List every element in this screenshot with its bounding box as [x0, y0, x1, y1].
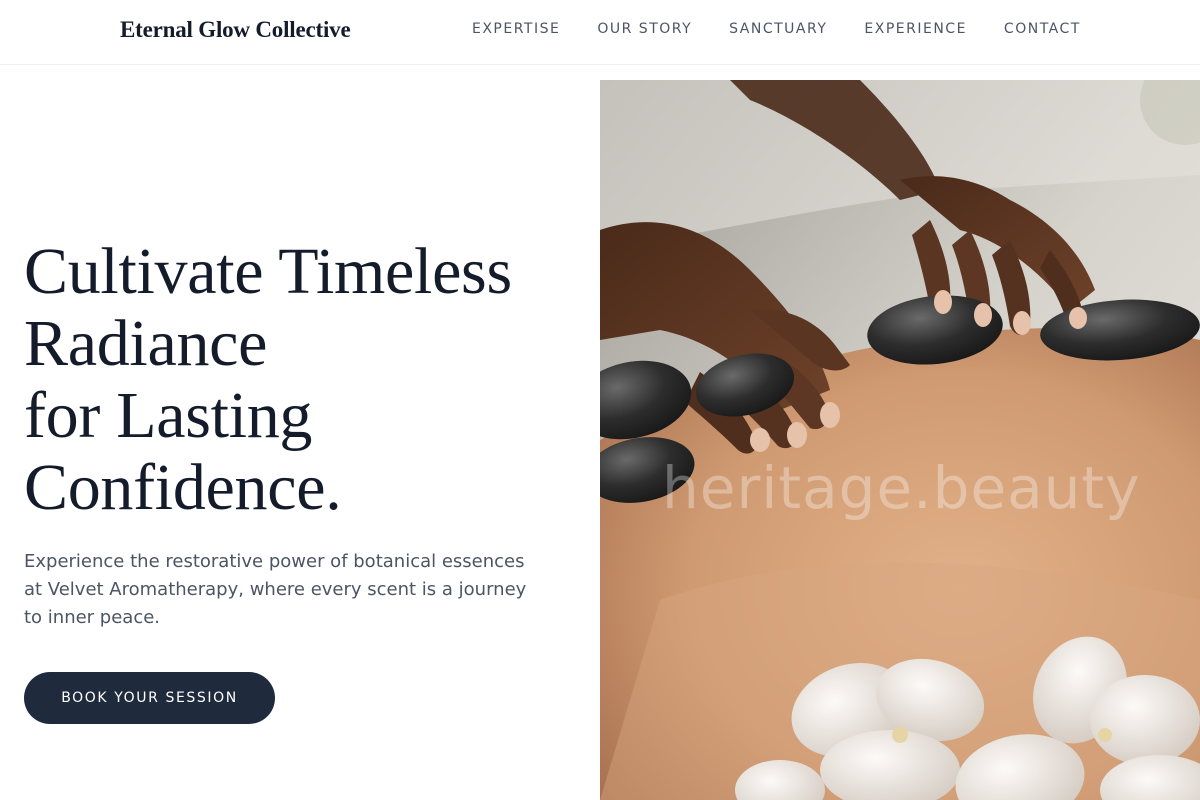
- hero-title: Cultivate Timeless Radiance for Lasting …: [24, 236, 594, 524]
- hero-title-line: for Lasting: [24, 379, 313, 452]
- hero-title-line: Radiance: [24, 307, 268, 380]
- site-header: Eternal Glow Collective EXPERTISE OUR ST…: [0, 0, 1200, 65]
- massage-illustration: [600, 80, 1200, 800]
- brand-logo[interactable]: Eternal Glow Collective: [120, 17, 351, 43]
- hero-title-line: Cultivate Timeless: [24, 235, 512, 308]
- hero-title-line: Confidence.: [24, 451, 342, 524]
- nav-link-contact[interactable]: CONTACT: [1004, 21, 1081, 37]
- nav-link-experience[interactable]: EXPERIENCE: [864, 21, 967, 37]
- main-nav: EXPERTISE OUR STORY SANCTUARY EXPERIENCE…: [472, 21, 1081, 37]
- hero-subtitle: Experience the restorative power of bota…: [24, 551, 527, 628]
- watermark-text: heritage.beauty: [662, 454, 1141, 522]
- book-session-button[interactable]: BOOK YOUR SESSION: [24, 672, 275, 724]
- hero-image-hot-stone-massage: heritage.beauty: [600, 80, 1200, 800]
- nav-link-our-story[interactable]: OUR STORY: [597, 21, 692, 37]
- nav-link-expertise[interactable]: EXPERTISE: [472, 21, 560, 37]
- nav-link-sanctuary[interactable]: SANCTUARY: [729, 21, 827, 37]
